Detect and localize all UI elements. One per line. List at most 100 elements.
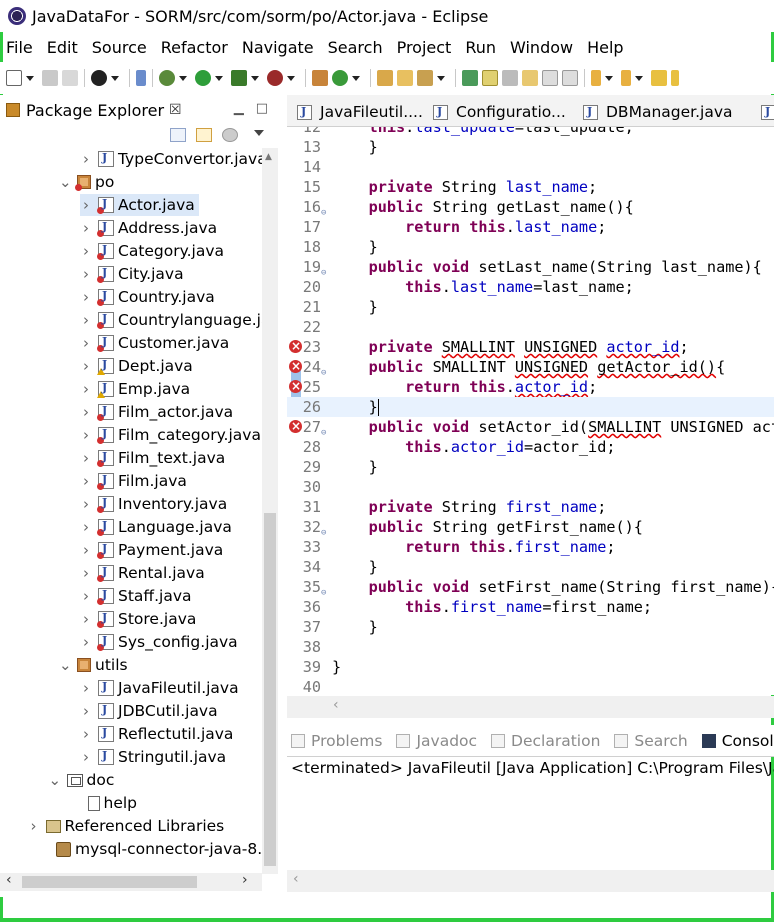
expanded-chevron-icon[interactable]: ⌄ <box>49 771 62 789</box>
scrollbar-thumb[interactable] <box>264 513 276 866</box>
tree-item[interactable]: › Countrylanguage.java <box>80 309 262 331</box>
editor-tab[interactable]: JavaFileutil.... <box>297 99 423 125</box>
collapsed-chevron-icon[interactable]: › <box>80 633 92 651</box>
expanded-chevron-icon[interactable]: ⌄ <box>59 656 72 674</box>
editor-tab[interactable]: DBManager.java <box>583 99 733 125</box>
tree-item[interactable]: › Payment.java <box>80 539 223 561</box>
search-icon[interactable] <box>417 70 433 86</box>
tree-item[interactable]: › Referenced Libraries <box>28 815 225 837</box>
external-tools-dropdown-icon[interactable] <box>287 75 295 81</box>
tab-javadoc[interactable]: Javadoc <box>396 732 477 750</box>
tree-item[interactable]: › Customer.java <box>80 332 229 354</box>
maximize-icon[interactable]: □ <box>256 101 268 116</box>
tree-item[interactable]: › Reflectutil.java <box>80 723 233 745</box>
coverage-icon[interactable] <box>231 70 247 86</box>
error-marker-icon[interactable] <box>289 336 302 356</box>
open-folder-icon[interactable] <box>397 70 413 86</box>
collapsed-chevron-icon[interactable]: › <box>80 150 92 168</box>
tree-item[interactable]: › Film_category.java <box>80 424 261 446</box>
scroll-left-icon[interactable]: ‹ <box>333 697 339 713</box>
editor-horizontal-scrollbar[interactable]: ‹ <box>287 696 774 718</box>
perspective-icon[interactable] <box>91 70 107 86</box>
scroll-up-icon[interactable]: ▲ <box>265 152 272 162</box>
collapsed-chevron-icon[interactable]: › <box>80 403 92 421</box>
focus-icon[interactable] <box>222 128 238 142</box>
editor-tab[interactable]: T <box>761 99 774 125</box>
external-tools-icon[interactable] <box>267 70 283 86</box>
tree-item[interactable]: › Dept.java <box>80 355 193 377</box>
back-icon[interactable] <box>651 70 667 86</box>
word-wrap-icon[interactable] <box>522 70 538 86</box>
tree-item[interactable]: › Country.java <box>80 286 215 308</box>
collapsed-chevron-icon[interactable]: › <box>80 587 92 605</box>
error-marker-icon[interactable] <box>289 416 302 436</box>
tree-item[interactable]: › Inventory.java <box>80 493 227 515</box>
tree-item[interactable]: › Category.java <box>80 240 224 262</box>
collapsed-chevron-icon[interactable]: › <box>80 357 92 375</box>
menu-search[interactable]: Search <box>328 36 383 59</box>
tree-item[interactable]: ⌄ po <box>59 171 114 193</box>
collapsed-chevron-icon[interactable]: › <box>80 311 92 329</box>
menu-help[interactable]: Help <box>587 36 623 59</box>
collapsed-chevron-icon[interactable]: › <box>80 288 92 306</box>
collapsed-chevron-icon[interactable]: › <box>80 426 92 444</box>
mark-occurrences-icon[interactable] <box>482 70 498 86</box>
perspective-dropdown-icon[interactable] <box>111 75 119 81</box>
collapsed-chevron-icon[interactable]: › <box>80 219 92 237</box>
coverage-dropdown-icon[interactable] <box>251 75 259 81</box>
tree-item[interactable]: › JDBCutil.java <box>80 700 218 722</box>
tree-item[interactable]: › Stringutil.java <box>80 746 226 768</box>
run-icon[interactable] <box>195 70 211 86</box>
collapsed-chevron-icon[interactable]: › <box>80 472 92 490</box>
menu-source[interactable]: Source <box>92 36 147 59</box>
collapsed-chevron-icon[interactable]: › <box>80 449 92 467</box>
close-icon[interactable]: ☒ <box>169 102 182 118</box>
next-annotation-dropdown-icon[interactable] <box>605 75 613 81</box>
view-menu-icon[interactable] <box>254 129 264 141</box>
expanded-chevron-icon[interactable]: ⌄ <box>59 173 72 191</box>
tree-item[interactable]: ⌄ doc <box>49 769 115 791</box>
block-selection-icon[interactable] <box>502 70 518 86</box>
tree-item[interactable]: › Film.java <box>80 470 187 492</box>
tree-item[interactable]: › JavaFileutil.java <box>80 677 239 699</box>
tree-vertical-scrollbar[interactable]: ▲ <box>262 148 278 874</box>
collapsed-chevron-icon[interactable]: › <box>80 679 92 697</box>
pin-icon[interactable] <box>136 70 146 86</box>
collapsed-chevron-icon[interactable]: › <box>80 495 92 513</box>
tree-item[interactable]: › Emp.java <box>80 378 190 400</box>
menu-refactor[interactable]: Refactor <box>161 36 228 59</box>
paragraph-icon[interactable] <box>562 70 578 86</box>
tab-search[interactable]: Search <box>614 732 688 750</box>
run-dropdown-icon[interactable] <box>215 75 223 81</box>
new-class-dropdown-icon[interactable] <box>352 75 360 81</box>
tree-item[interactable]: › Film_actor.java <box>80 401 233 423</box>
tree-item[interactable]: › Rental.java <box>80 562 205 584</box>
collapsed-chevron-icon[interactable]: › <box>80 242 92 260</box>
tree-horizontal-scrollbar[interactable]: ‹ › <box>0 872 262 891</box>
tree-item[interactable]: › Film_text.java <box>80 447 225 469</box>
tree-item[interactable]: › City.java <box>80 263 184 285</box>
scroll-right-icon[interactable]: › <box>242 872 248 888</box>
tab-console[interactable]: Console☒ <box>701 732 774 750</box>
tree-item[interactable]: ⌄ utils <box>59 654 128 676</box>
tree-item[interactable]: mysql-connector-java-8.0.1 <box>38 838 262 860</box>
collapsed-chevron-icon[interactable]: › <box>80 196 92 214</box>
forward-icon[interactable] <box>671 70 679 86</box>
collapsed-chevron-icon[interactable]: › <box>80 541 92 559</box>
collapsed-chevron-icon[interactable]: › <box>80 702 92 720</box>
save-all-icon[interactable] <box>62 70 78 86</box>
tab-problems[interactable]: Problems <box>291 732 382 750</box>
scroll-left-icon[interactable]: ‹ <box>293 871 299 887</box>
scrollbar-thumb[interactable] <box>22 876 197 888</box>
collapse-all-icon[interactable] <box>170 128 186 142</box>
task-icon[interactable] <box>462 70 478 86</box>
menu-run[interactable]: Run <box>465 36 496 59</box>
tree-item[interactable]: › Actor.java <box>80 194 199 216</box>
minimize-icon[interactable]: ▁ <box>234 101 244 116</box>
save-icon[interactable] <box>42 70 58 86</box>
debug-dropdown-icon[interactable] <box>179 75 187 81</box>
tree-item[interactable]: › Store.java <box>80 608 196 630</box>
link-with-editor-icon[interactable] <box>196 128 212 142</box>
collapsed-chevron-icon[interactable]: › <box>80 725 92 743</box>
debug-icon[interactable] <box>159 70 175 86</box>
